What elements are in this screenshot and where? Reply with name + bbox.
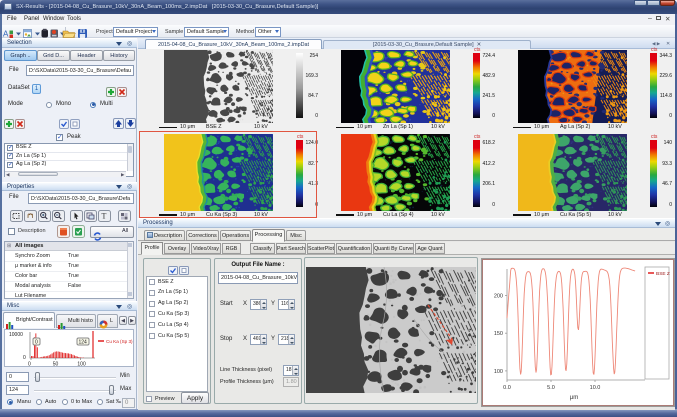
svg-text:200: 200 [494, 293, 503, 299]
svg-text:100: 100 [77, 362, 86, 367]
svg-text:10.0: 10.0 [590, 385, 601, 391]
svg-text:0: 0 [23, 355, 26, 361]
svg-text:124: 124 [79, 340, 88, 346]
svg-text:T: T [102, 212, 107, 221]
svg-text:μm: μm [570, 395, 578, 401]
svg-text:100: 100 [494, 369, 503, 375]
svg-text:150: 150 [494, 331, 503, 337]
svg-text:0: 0 [28, 362, 31, 367]
svg-text:BSE Z: BSE Z [656, 271, 670, 277]
svg-text:0.0: 0.0 [503, 385, 511, 391]
svg-text:10000: 10000 [9, 332, 23, 338]
svg-text:0: 0 [35, 340, 38, 346]
svg-text:50: 50 [53, 362, 59, 367]
svg-text:5.0: 5.0 [547, 385, 555, 391]
svg-text:Cu Ka (Sp 3): Cu Ka (Sp 3) [106, 339, 133, 344]
